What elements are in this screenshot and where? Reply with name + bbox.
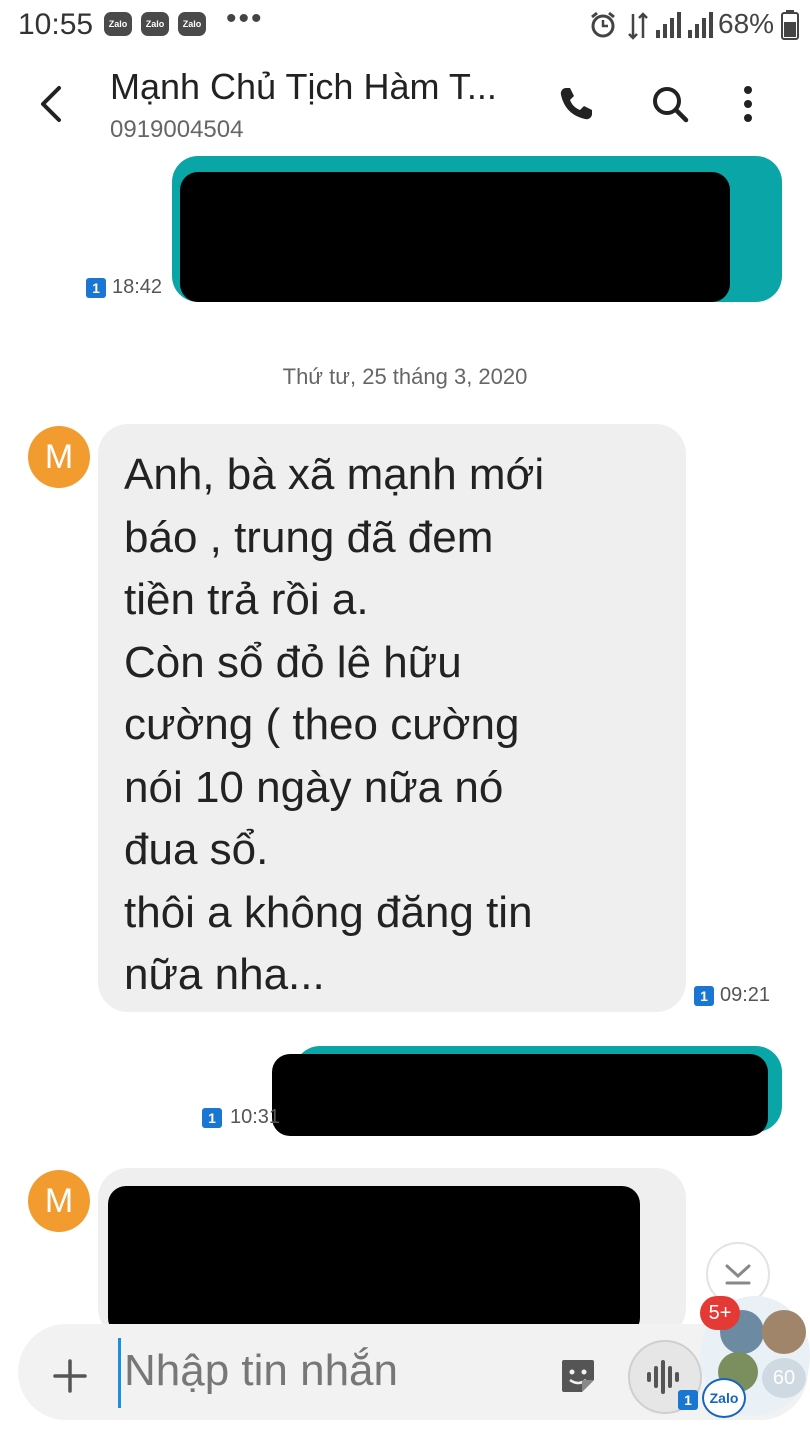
more-notifications-icon: ••• (226, 2, 264, 35)
date-separator: Thứ tư, 25 tháng 3, 2020 (282, 364, 528, 389)
phone-icon (560, 88, 592, 120)
unread-count-badge: 5+ (700, 1296, 740, 1330)
chevron-down-icon (725, 1264, 751, 1285)
battery-icon (780, 10, 800, 40)
alarm-icon (588, 10, 618, 40)
message-text: Anh, bà xã mạnh mới báo , trung đã đem t… (124, 450, 545, 999)
contact-name[interactable]: Mạnh Chủ Tịch Hàm T... (110, 66, 497, 108)
sim-badge: 1 (86, 278, 106, 298)
message-time: 10:31 (230, 1106, 281, 1128)
sticker-icon (562, 1360, 594, 1392)
zalo-notification-icon: Zalo (141, 12, 169, 36)
zalo-logo-icon: Zalo (702, 1378, 746, 1418)
contact-avatar[interactable]: M (28, 1170, 90, 1232)
plus-icon (53, 1359, 87, 1393)
text-cursor (118, 1338, 121, 1408)
battery-percent: 68% (718, 8, 775, 39)
redaction-scribble (180, 172, 730, 302)
back-button[interactable] (28, 82, 72, 126)
chat-head-avatar (762, 1310, 806, 1354)
data-transfer-icon (626, 12, 650, 40)
message-time: 09:21 (720, 984, 771, 1006)
sticker-button[interactable] (556, 1354, 600, 1398)
message-time: 18:42 (112, 276, 163, 298)
signal-icon (686, 12, 714, 38)
contact-avatar[interactable]: M (28, 426, 90, 488)
sim-badge: 1 (694, 986, 714, 1006)
zalo-notification-icon: Zalo (178, 12, 206, 36)
message-input[interactable]: Nhập tin nhắn (124, 1346, 398, 1396)
voice-wave-icon (647, 1360, 679, 1394)
call-button[interactable] (550, 78, 602, 130)
status-time: 10:55 (18, 8, 94, 41)
redaction-scribble (272, 1054, 768, 1136)
sim-badge: 1 (202, 1108, 222, 1128)
search-icon (653, 87, 689, 123)
signal-icon (654, 12, 682, 38)
redaction-scribble (108, 1186, 640, 1336)
kebab-menu-icon (744, 86, 752, 122)
more-options-button[interactable] (722, 78, 774, 130)
back-arrow-icon (41, 86, 61, 122)
chat-count-badge: 60 (762, 1358, 806, 1398)
incoming-message-bubble[interactable]: Anh, bà xã mạnh mới báo , trung đã đem t… (98, 424, 686, 1012)
sim-badge: 1 (678, 1390, 698, 1410)
contact-phone-number: 0919004504 (110, 116, 244, 143)
search-button[interactable] (644, 78, 696, 130)
attach-button[interactable] (48, 1354, 92, 1398)
zalo-notification-icon: Zalo (104, 12, 132, 36)
